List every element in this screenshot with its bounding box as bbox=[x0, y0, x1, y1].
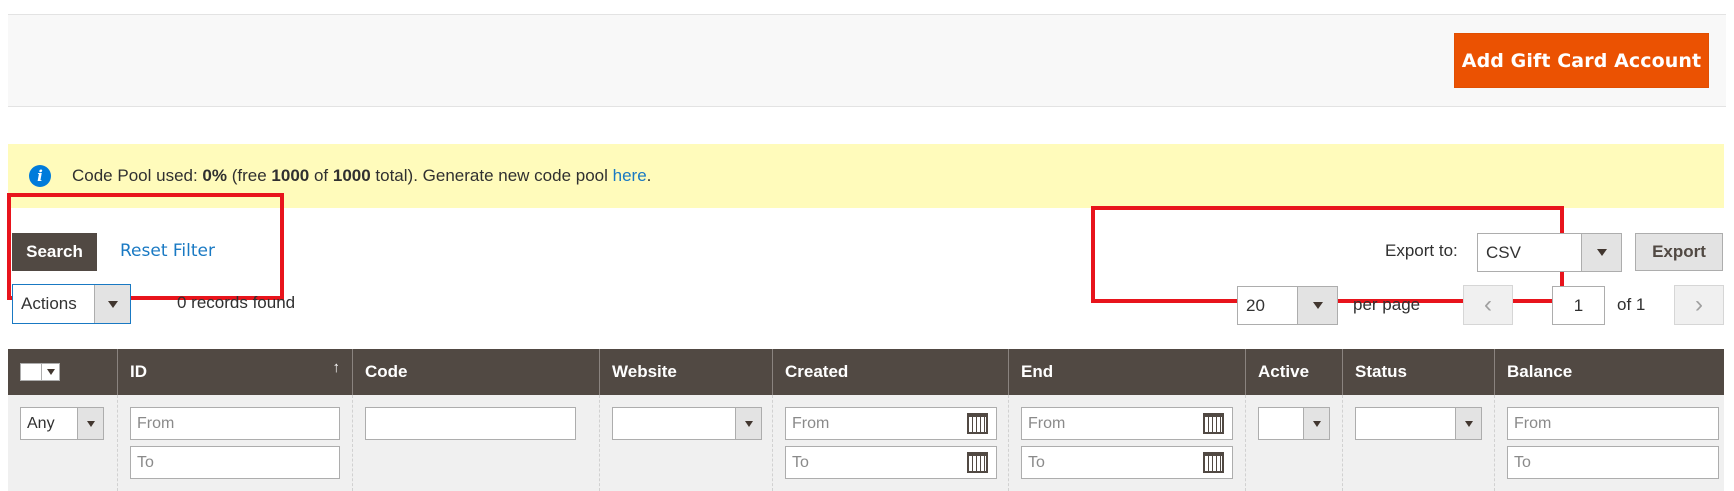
end-from-input[interactable]: From bbox=[1021, 407, 1233, 440]
code-input[interactable] bbox=[365, 407, 576, 440]
column-header-id[interactable]: ID ↑ bbox=[117, 349, 352, 395]
chevron-down-icon bbox=[1303, 408, 1329, 439]
filter-cell-balance: From To bbox=[1494, 395, 1724, 491]
actions-value: Actions bbox=[21, 294, 77, 313]
chevron-down-icon bbox=[1297, 287, 1337, 324]
id-from-input[interactable]: From bbox=[130, 407, 340, 440]
mass-actions-select[interactable]: Actions bbox=[12, 284, 131, 324]
info-icon: i bbox=[29, 165, 51, 187]
export-format-select[interactable]: CSV bbox=[1477, 233, 1622, 272]
filter-cell-website bbox=[599, 395, 772, 491]
chevron-down-icon bbox=[77, 408, 103, 439]
per-page-value: 20 bbox=[1246, 295, 1265, 315]
chevron-down-icon bbox=[42, 363, 60, 381]
status-select[interactable] bbox=[1355, 407, 1482, 440]
reset-filter-link[interactable]: Reset Filter bbox=[120, 241, 215, 261]
generate-code-pool-link[interactable]: here bbox=[613, 166, 647, 185]
current-page-input[interactable]: 1 bbox=[1552, 286, 1605, 325]
filter-cell-mass: Any bbox=[8, 395, 117, 491]
filter-cell-status bbox=[1342, 395, 1494, 491]
column-header-code[interactable]: Code bbox=[352, 349, 599, 395]
filter-cell-code bbox=[352, 395, 599, 491]
column-header-end[interactable]: End bbox=[1008, 349, 1245, 395]
page-total: of 1 bbox=[1617, 295, 1646, 314]
records-found: 0 records found bbox=[177, 293, 296, 312]
export-format-value: CSV bbox=[1486, 242, 1521, 262]
grid-header: ID ↑ Code Website Created End Active Sta… bbox=[8, 349, 1724, 395]
mass-select-header bbox=[8, 349, 106, 395]
next-page-button[interactable]: › bbox=[1674, 285, 1724, 325]
created-to-input[interactable]: To bbox=[785, 446, 997, 479]
id-to-input[interactable]: To bbox=[130, 446, 340, 479]
chevron-down-icon bbox=[735, 408, 761, 439]
balance-from-input[interactable]: From bbox=[1507, 407, 1719, 440]
filter-cell-id: From To bbox=[117, 395, 352, 491]
export-label: Export to: bbox=[1385, 241, 1458, 260]
column-header-website[interactable]: Website bbox=[599, 349, 772, 395]
chevron-right-icon: › bbox=[1695, 291, 1703, 318]
column-header-active[interactable]: Active bbox=[1245, 349, 1342, 395]
export-button[interactable]: Export bbox=[1635, 233, 1723, 271]
balance-to-input[interactable]: To bbox=[1507, 446, 1719, 479]
column-header-created[interactable]: Created bbox=[772, 349, 1008, 395]
add-gift-card-account-button[interactable]: Add Gift Card Account bbox=[1454, 33, 1709, 88]
notice-text: Code Pool used: 0% (free 1000 of 1000 to… bbox=[72, 166, 652, 185]
per-page-label: per page bbox=[1353, 295, 1421, 314]
created-from-input[interactable]: From bbox=[785, 407, 997, 440]
website-select[interactable] bbox=[612, 407, 762, 440]
calendar-icon[interactable] bbox=[967, 413, 988, 434]
chevron-down-icon bbox=[94, 285, 130, 323]
active-select[interactable] bbox=[1258, 407, 1330, 440]
column-header-status[interactable]: Status bbox=[1342, 349, 1494, 395]
chevron-left-icon: ‹ bbox=[1484, 291, 1492, 318]
mass-select-filter[interactable]: Any bbox=[20, 407, 104, 440]
chevron-down-icon bbox=[1455, 408, 1481, 439]
grid-filters-row: Any From To From To From To From To bbox=[8, 395, 1724, 491]
column-header-balance[interactable]: Balance bbox=[1494, 349, 1724, 395]
end-to-input[interactable]: To bbox=[1021, 446, 1233, 479]
chevron-down-icon bbox=[1581, 234, 1621, 271]
calendar-icon[interactable] bbox=[967, 452, 988, 473]
calendar-icon[interactable] bbox=[1203, 413, 1224, 434]
filter-cell-end: From To bbox=[1008, 395, 1245, 491]
mass-select-checkbox[interactable] bbox=[20, 363, 60, 381]
per-page-select[interactable]: 20 bbox=[1237, 286, 1338, 325]
sort-ascending-icon: ↑ bbox=[332, 359, 341, 376]
filter-cell-active bbox=[1245, 395, 1342, 491]
page-actions-bar: Add Gift Card Account bbox=[8, 14, 1726, 107]
previous-page-button[interactable]: ‹ bbox=[1463, 285, 1513, 325]
filter-cell-created: From To bbox=[772, 395, 1008, 491]
calendar-icon[interactable] bbox=[1203, 452, 1224, 473]
checkbox-icon bbox=[20, 363, 42, 381]
search-button[interactable]: Search bbox=[12, 233, 97, 271]
